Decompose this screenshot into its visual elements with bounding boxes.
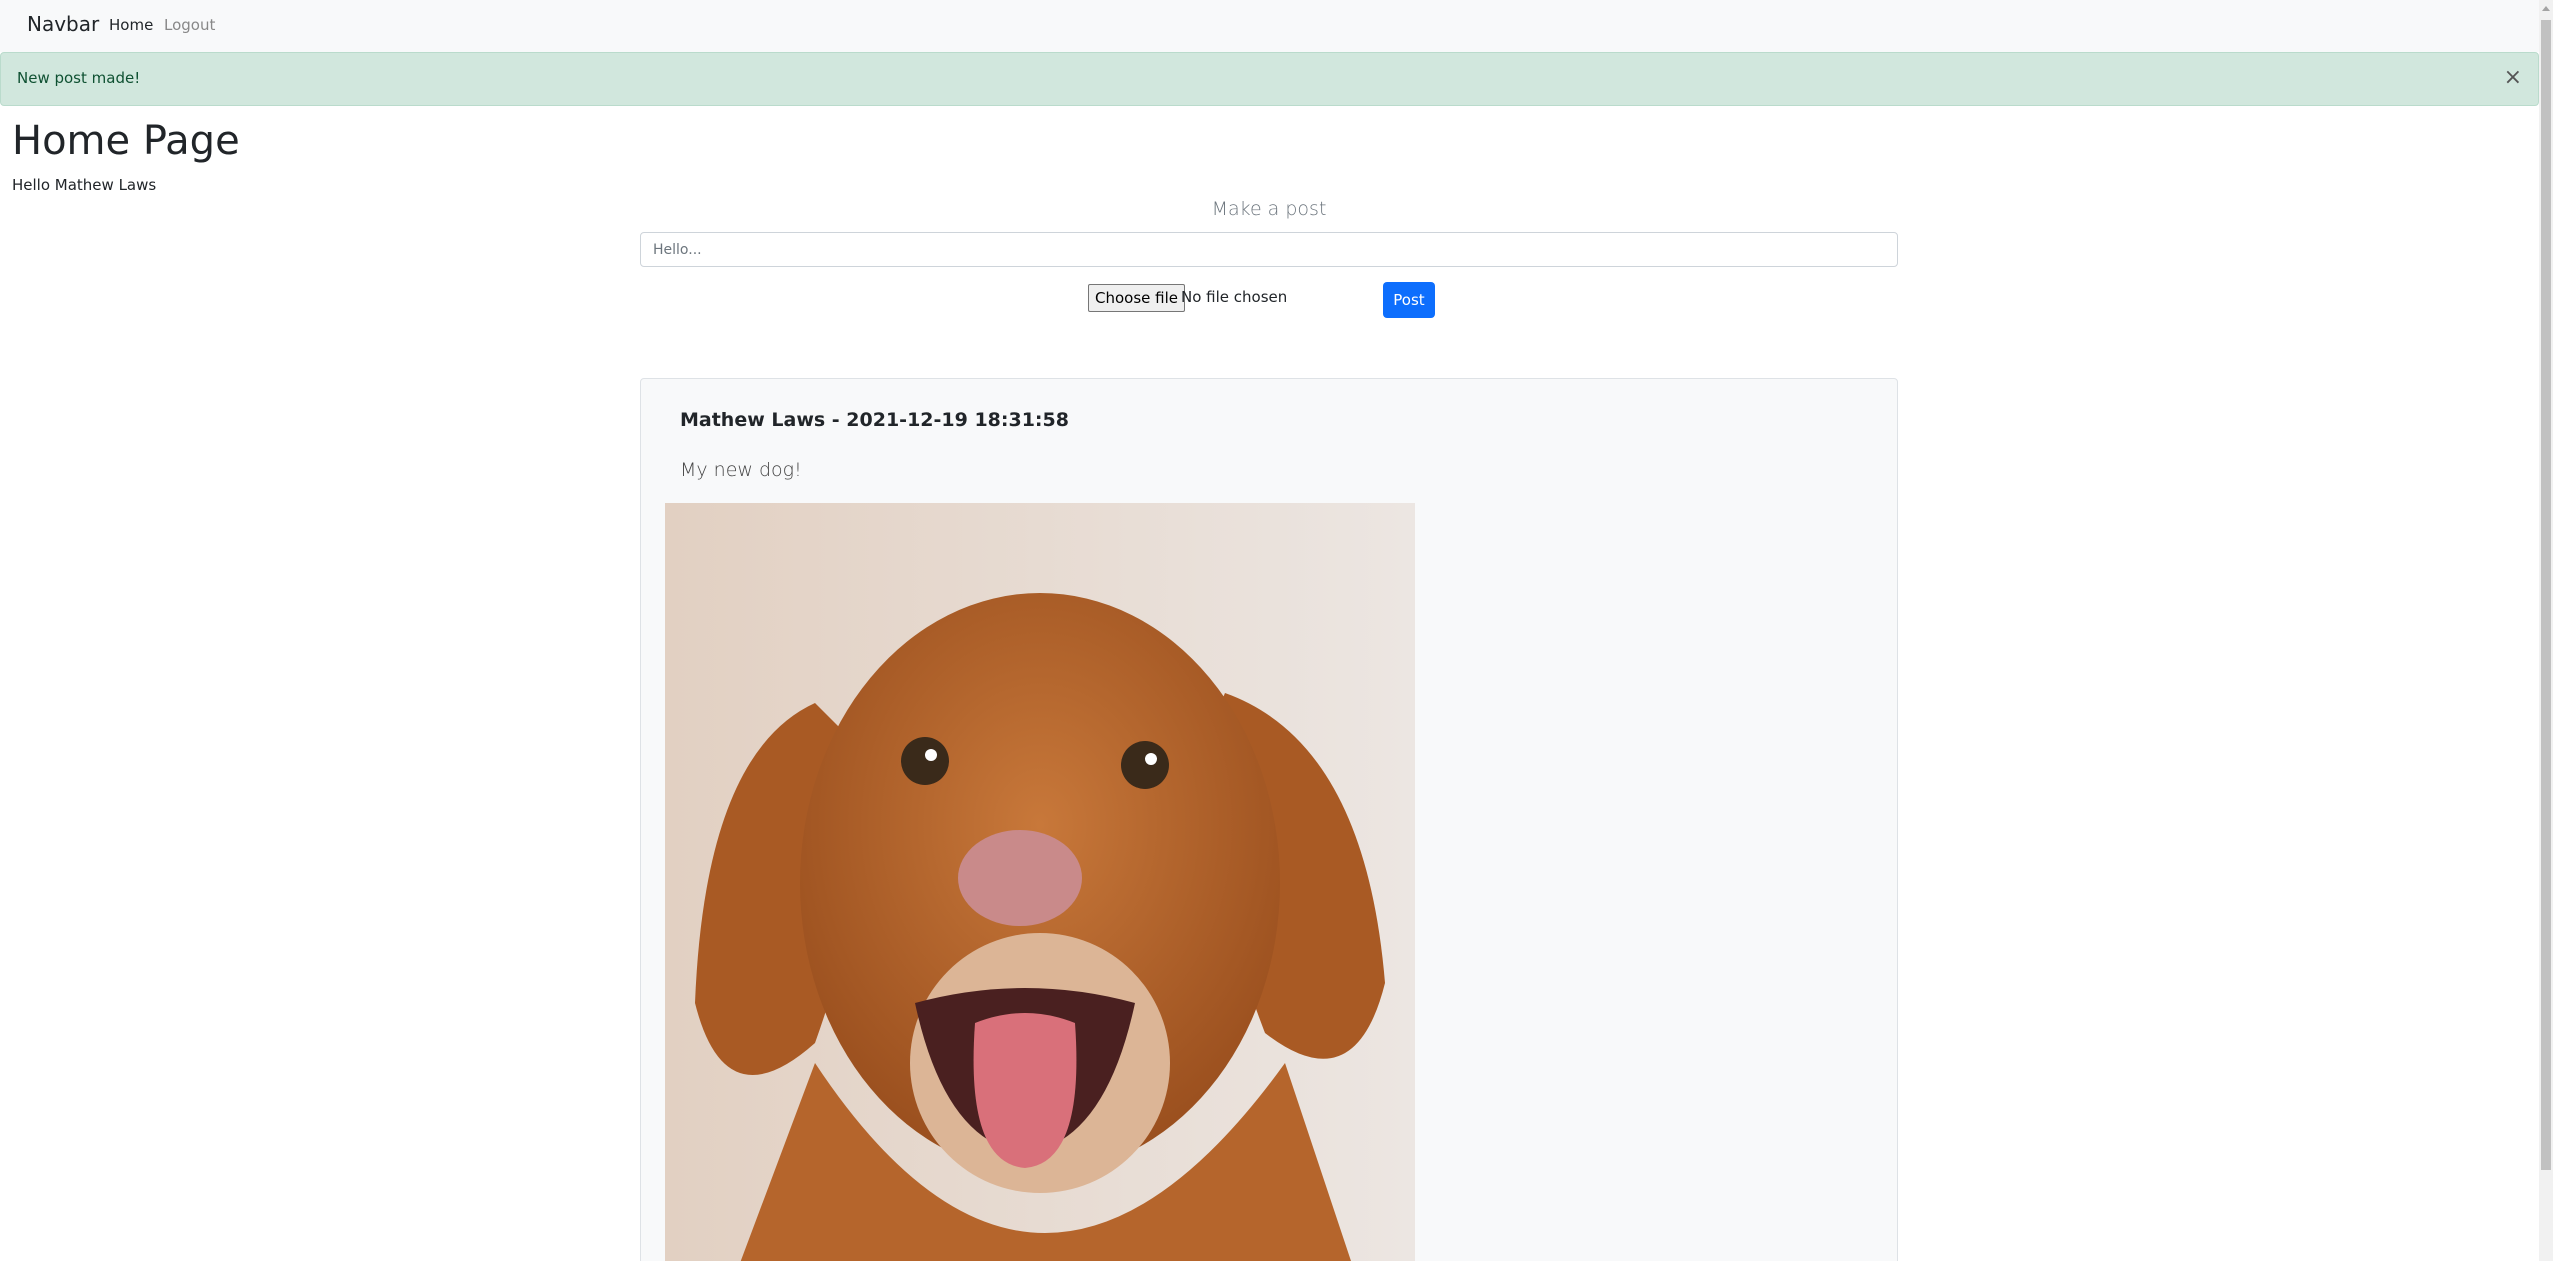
nav-link-logout[interactable]: Logout — [164, 16, 215, 34]
success-alert: New post made! × — [0, 52, 2539, 106]
file-status: No file chosen — [1181, 288, 1288, 306]
scrollbar[interactable] — [2539, 0, 2553, 1261]
scroll-up-icon[interactable] — [2542, 6, 2550, 11]
close-icon[interactable]: × — [2504, 65, 2522, 90]
navbar-brand[interactable]: Navbar — [27, 12, 99, 36]
navbar: Navbar Home Logout — [0, 0, 2539, 52]
post-header: Mathew Laws - 2021-12-19 18:31:58 — [680, 409, 1069, 431]
greeting: Hello Mathew Laws — [12, 176, 157, 194]
post-button[interactable]: Post — [1383, 282, 1435, 318]
post-card: Mathew Laws - 2021-12-19 18:31:58 My new… — [640, 378, 1898, 1261]
alert-message: New post made! — [17, 69, 141, 87]
nav-link-home[interactable]: Home — [109, 16, 153, 34]
scrollbar-thumb[interactable] — [2541, 20, 2551, 1170]
composer-heading: Make a post — [1211, 198, 1327, 220]
choose-file-button[interactable]: Choose file — [1088, 284, 1185, 312]
post-text: My new dog! — [680, 459, 802, 481]
page-title: Home Page — [12, 118, 240, 164]
dog-photo — [665, 503, 1415, 1261]
post-text-input[interactable] — [640, 232, 1898, 267]
